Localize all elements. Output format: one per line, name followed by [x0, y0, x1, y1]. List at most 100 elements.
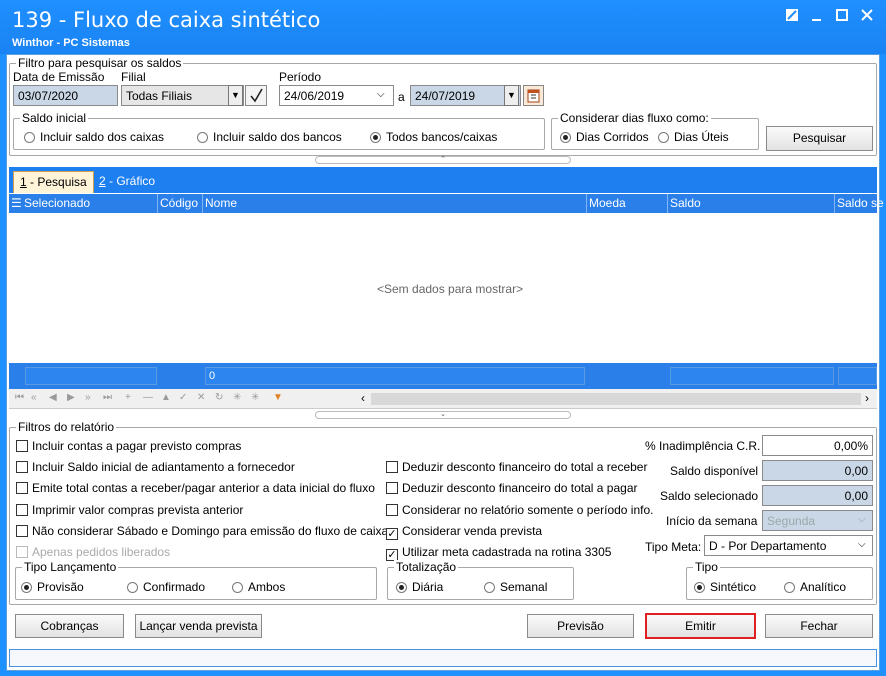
footer-cell — [838, 367, 877, 385]
grid-menu-icon[interactable]: ☰ — [11, 196, 22, 210]
minimize-icon[interactable] — [808, 8, 826, 24]
nav-prev-page-icon[interactable]: « — [31, 392, 37, 403]
nav-post-icon[interactable]: ✓ — [179, 392, 187, 403]
nav-edit-icon[interactable]: ▲ — [161, 392, 171, 403]
nav-next-page-icon[interactable]: » — [85, 392, 91, 403]
inadimplencia-field[interactable]: 0,00% — [762, 435, 873, 456]
data-emissao-field[interactable]: 03/07/2020 — [13, 85, 118, 106]
radio-label: Sintético — [710, 580, 757, 594]
chk-venda-prevista[interactable]: ✓ Considerar venda prevista — [386, 524, 542, 540]
radio-dot — [21, 582, 32, 593]
radio-label: Todos bancos/caixas — [386, 130, 498, 144]
chk-somente-periodo[interactable]: Considerar no relatório somente o períod… — [386, 503, 653, 517]
radio-label: Incluir saldo dos bancos — [213, 130, 342, 144]
saldo-disponivel-field[interactable]: 0,00 — [762, 460, 873, 481]
emitir-button[interactable]: Emitir — [645, 613, 756, 639]
saldo-inicial-label: Saldo inicial — [20, 111, 89, 125]
pesquisar-button[interactable]: Pesquisar — [766, 126, 873, 151]
chk-saldo-adiantamento[interactable]: Incluir Saldo inicial de adiantamento a … — [16, 460, 295, 474]
chk-imprimir-compras[interactable]: Imprimir valor compras prevista anterior — [16, 503, 243, 517]
nav-insert-icon[interactable]: + — [125, 392, 131, 403]
tipo-meta-select[interactable]: D - Por Departamento — [704, 535, 873, 556]
nav-refresh-icon[interactable]: ↻ — [215, 392, 223, 403]
grid-footer: 0 — [9, 363, 877, 389]
confirm-check-icon[interactable] — [245, 85, 267, 106]
chk-deduzir-receber[interactable]: Deduzir desconto financeiro do total a r… — [386, 460, 647, 474]
inicio-semana-select[interactable]: Segunda — [762, 510, 873, 531]
checkbox-label: Incluir Saldo inicial de adiantamento a … — [32, 460, 295, 474]
nav-delete-icon[interactable]: — — [143, 392, 153, 403]
radio-dot — [197, 132, 208, 143]
col-saldo-se[interactable]: Saldo se — [837, 196, 884, 210]
collapse-top-splitter-icon[interactable]: ⌃ — [315, 156, 571, 164]
checkbox-label: Apenas pedidos liberados — [32, 545, 171, 559]
maximize-icon[interactable] — [833, 8, 851, 24]
previsao-button[interactable]: Previsão — [527, 614, 634, 638]
window-title: 139 - Fluxo de caixa sintético — [12, 8, 321, 32]
tipo-lancamento-label: Tipo Lançamento — [22, 560, 119, 574]
filial-dropdown-icon[interactable]: ▼ — [228, 85, 243, 106]
checkbox-box — [386, 461, 398, 473]
radio-provisao[interactable]: Provisão — [21, 580, 84, 594]
lancar-venda-prevista-button[interactable]: Lançar venda prevista — [135, 614, 262, 638]
close-icon[interactable] — [858, 8, 876, 24]
restore-icon[interactable] — [783, 8, 801, 24]
nav-bookmark-icon[interactable]: ✳ — [233, 392, 241, 403]
chk-nao-considerar-fds[interactable]: Não considerar Sábado e Domingo para emi… — [16, 524, 388, 538]
filial-select[interactable]: Todas Filiais — [121, 85, 244, 106]
radio-saldo-caixas[interactable]: Incluir saldo dos caixas — [24, 130, 164, 144]
radio-saldo-bancos[interactable]: Incluir saldo dos bancos — [197, 130, 342, 144]
dias-fluxo-label: Considerar dias fluxo como: — [558, 111, 711, 125]
radio-confirmado[interactable]: Confirmado — [127, 580, 205, 594]
chk-contas-pagar-previsto[interactable]: Incluir contas a pagar previsto compras — [16, 439, 241, 453]
radio-dias-corridos[interactable]: Dias Corridos — [560, 130, 649, 144]
tab-pesquisa[interactable]: 1 - Pesquisa — [13, 171, 94, 193]
tab-grafico[interactable]: 2 - Gráfico — [93, 171, 161, 193]
checkbox-box — [16, 504, 28, 516]
nav-prev-icon[interactable]: ◀ — [49, 392, 57, 403]
horizontal-scrollbar[interactable] — [371, 393, 861, 405]
col-saldo[interactable]: Saldo — [670, 196, 701, 210]
chk-meta-3305[interactable]: ✓ Utilizar meta cadastrada na rotina 3305 — [386, 545, 611, 561]
chk-deduzir-pagar[interactable]: Deduzir desconto financeiro do total a p… — [386, 481, 637, 495]
calendar-icon[interactable] — [523, 85, 544, 106]
inicio-semana-chevron-icon: ⌵ — [858, 514, 866, 525]
relatorio-group-label: Filtros do relatório — [16, 420, 117, 434]
cobrancas-button[interactable]: Cobranças — [15, 614, 124, 638]
nav-cancel-icon[interactable]: ✕ — [197, 392, 205, 403]
scroll-right-icon[interactable]: › — [865, 391, 869, 405]
tipo-meta-chevron-icon[interactable]: ⌵ — [858, 539, 866, 550]
saldo-selecionado-field[interactable]: 0,00 — [762, 485, 873, 506]
col-codigo[interactable]: Código — [160, 196, 198, 210]
col-moeda[interactable]: Moeda — [589, 196, 626, 210]
col-selecionado[interactable]: Selecionado — [24, 196, 90, 210]
radio-todos-bancos-caixas[interactable]: Todos bancos/caixas — [370, 130, 497, 144]
nav-goto-bookmark-icon[interactable]: ✳ — [251, 392, 259, 403]
checkbox-label: Incluir contas a pagar previsto compras — [32, 439, 242, 453]
radio-label: Confirmado — [143, 580, 206, 594]
nav-first-icon[interactable]: ⏮ — [15, 392, 24, 403]
checkbox-label: Não considerar Sábado e Domingo para emi… — [32, 524, 389, 538]
fechar-button[interactable]: Fechar — [765, 614, 873, 638]
collapse-bottom-splitter-icon[interactable]: ⌄ — [315, 411, 571, 419]
radio-sintetico[interactable]: Sintético — [694, 580, 756, 594]
radio-diaria[interactable]: Diária — [396, 580, 443, 594]
radio-dias-uteis[interactable]: Dias Úteis — [658, 130, 729, 144]
saldo-selecionado-label: Saldo selecionado — [660, 489, 759, 503]
nav-next-icon[interactable]: ▶ — [67, 392, 75, 403]
radio-semanal[interactable]: Semanal — [484, 580, 547, 594]
grid-body[interactable]: <Sem dados para mostrar> — [9, 213, 877, 363]
radio-ambos[interactable]: Ambos — [232, 580, 285, 594]
periodo-inicio-chevron-icon[interactable]: ⌵ — [377, 89, 385, 100]
radio-dot — [232, 582, 243, 593]
radio-analitico[interactable]: Analítico — [784, 580, 846, 594]
filter-icon[interactable]: ▼ — [273, 392, 283, 403]
radio-dot — [484, 582, 495, 593]
scroll-left-icon[interactable]: ‹ — [361, 391, 365, 405]
col-nome[interactable]: Nome — [205, 196, 237, 210]
chk-emite-total-anterior[interactable]: Emite total contas a receber/pagar anter… — [16, 481, 375, 495]
radio-dot — [784, 582, 795, 593]
periodo-fim-dropdown-icon[interactable]: ▼ — [504, 85, 519, 106]
nav-last-icon[interactable]: ⏭ — [103, 392, 112, 403]
col-divider — [202, 194, 203, 213]
